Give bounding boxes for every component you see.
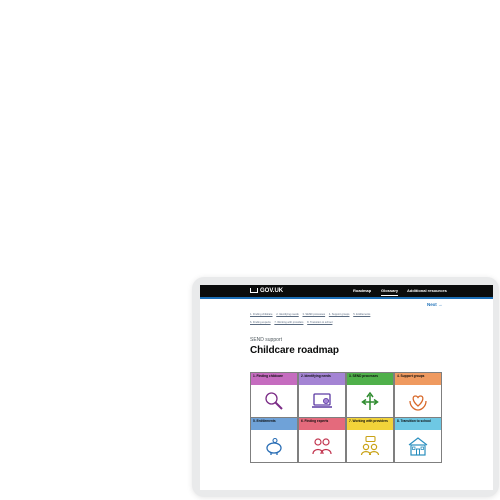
piggy-bank-icon xyxy=(266,437,282,455)
breadcrumb-link[interactable]: 3. SEND processes xyxy=(302,313,325,316)
next-link[interactable]: Next → xyxy=(427,302,443,307)
breadcrumb-link[interactable]: 4. Support groups xyxy=(329,313,350,316)
breadcrumb-link[interactable]: 7. Working with providers xyxy=(274,321,303,324)
tile-entitlements[interactable]: 5. Entitlements xyxy=(250,417,298,463)
laptop-icon xyxy=(312,393,332,408)
page-title: Childcare roadmap xyxy=(250,345,339,356)
tile-label: 8. Transition to school xyxy=(395,418,441,430)
tile-label: 7. Working with providers xyxy=(347,418,393,430)
tile-finding-experts[interactable]: 6. Finding experts xyxy=(298,417,346,463)
tile-label: 6. Finding experts xyxy=(299,418,345,430)
govuk-logo[interactable]: GOV.UK xyxy=(250,287,283,295)
chat-people-icon xyxy=(360,435,380,456)
tile-finding-childcare[interactable]: 1. Finding childcare xyxy=(250,372,298,418)
direction-arrows-icon xyxy=(361,391,379,410)
header-blue-rule xyxy=(200,297,493,299)
next-label: Next xyxy=(427,302,437,307)
heart-hands-icon xyxy=(409,395,427,411)
breadcrumb-row-2: 6. Finding experts 7. Working with provi… xyxy=(250,321,335,324)
tile-transition-to-school[interactable]: 8. Transition to school xyxy=(394,417,442,463)
crown-icon xyxy=(250,287,258,293)
breadcrumb-link[interactable]: 5. Entitlements xyxy=(353,313,370,316)
breadcrumb-link[interactable]: 2. Identifying needs xyxy=(276,313,299,316)
tile-label: 5. Entitlements xyxy=(251,418,297,430)
page-caption: SEND support xyxy=(250,337,282,343)
tablet-screen: GOV.UK Roadmap Glossary Additional resou… xyxy=(200,285,493,490)
tile-label: 2. Identifying needs xyxy=(299,373,345,385)
nav-roadmap[interactable]: Roadmap xyxy=(353,287,371,295)
tile-working-with-providers[interactable]: 7. Working with providers xyxy=(346,417,394,463)
tile-support-groups[interactable]: 4. Support groups xyxy=(394,372,442,418)
breadcrumb-link[interactable]: 1. Finding childcare xyxy=(250,313,273,316)
tile-label: 3. SEND processes xyxy=(347,373,393,385)
tile-identifying-needs[interactable]: 2. Identifying needs xyxy=(298,372,346,418)
tile-send-processes[interactable]: 3. SEND processes xyxy=(346,372,394,418)
logo-text: GOV.UK xyxy=(260,288,284,294)
arrow-right-icon: → xyxy=(438,302,443,307)
school-icon xyxy=(408,437,428,456)
breadcrumb-link[interactable]: 6. Finding experts xyxy=(250,321,271,324)
tile-label: 1. Finding childcare xyxy=(251,373,297,385)
nav-glossary[interactable]: Glossary xyxy=(381,287,399,296)
nav-additional-resources[interactable]: Additional resources xyxy=(407,287,447,295)
breadcrumb-row-1: 1. Finding childcare 2. Identifying need… xyxy=(250,313,373,316)
experts-icon xyxy=(312,438,332,455)
breadcrumb-link[interactable]: 8. Transition to school xyxy=(307,321,332,324)
govuk-header: GOV.UK Roadmap Glossary Additional resou… xyxy=(200,285,493,297)
tile-label: 4. Support groups xyxy=(395,373,441,385)
magnifier-icon xyxy=(265,392,283,410)
